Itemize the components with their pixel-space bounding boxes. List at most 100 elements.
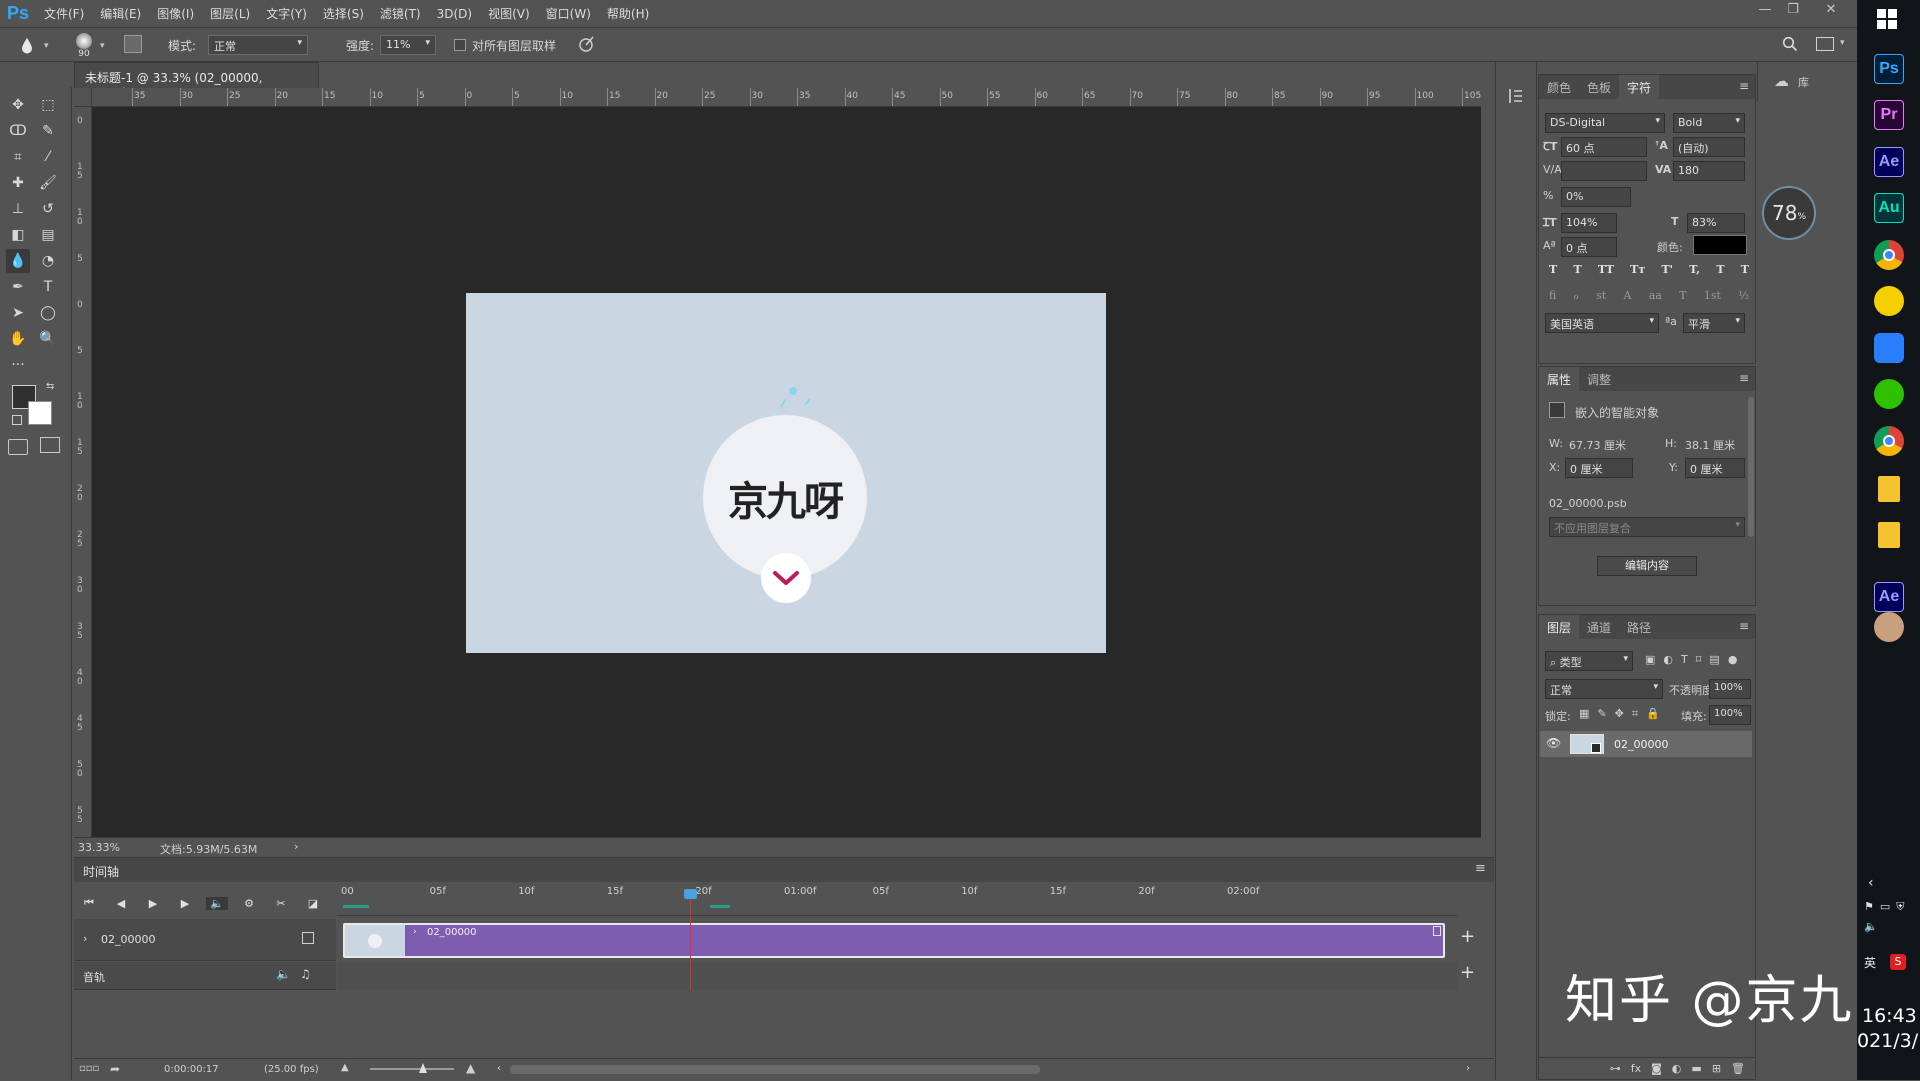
menu-item-6[interactable]: 滤镜(T) (372, 0, 429, 28)
opentype-button-0[interactable]: fi (1549, 289, 1556, 302)
background-color-swatch[interactable] (28, 401, 52, 425)
font-size-input[interactable]: 60 点 (1561, 137, 1647, 157)
taskbar-app-4[interactable]: Ae (1874, 582, 1904, 612)
taskbar-app-0[interactable]: Ps (1874, 54, 1904, 84)
history-panel-icon[interactable] (1506, 86, 1526, 106)
kerning-input[interactable] (1561, 161, 1647, 181)
menu-item-10[interactable]: 帮助(H) (599, 0, 657, 28)
char-tabs-tab-1[interactable]: 色板 (1579, 75, 1619, 99)
audio-track-header[interactable]: 音轨 🔈 ♫ (74, 962, 336, 990)
x-position-input[interactable]: 0 厘米 (1565, 458, 1633, 478)
blur-tool-icon[interactable] (18, 36, 36, 54)
render-video-icon[interactable]: ➦ (110, 1062, 120, 1076)
folder-icon-2[interactable] (1878, 522, 1900, 548)
filter-adjustment-icon[interactable]: ◐ (1663, 653, 1673, 666)
layer-tabs-tab-0[interactable]: 图层 (1539, 615, 1580, 639)
mode-select[interactable]: 正常 ▾ (208, 35, 308, 55)
history-brush-tool-icon[interactable]: ↺ (36, 197, 60, 221)
timeline-menu-icon[interactable]: ≡ (1475, 861, 1486, 876)
prop-tabs-tab-1[interactable]: 调整 (1579, 367, 1619, 391)
network-icon[interactable]: ▭ (1880, 900, 1890, 914)
scroll-left-icon[interactable]: ‹ (497, 1063, 501, 1074)
play-icon[interactable]: ▶ (142, 897, 164, 910)
edit-contents-button[interactable]: 编辑内容 (1597, 556, 1697, 576)
layer-row[interactable]: 👁 02_00000 (1540, 731, 1752, 757)
transition-icon[interactable]: ◪ (302, 897, 324, 910)
quick-mask-icon[interactable] (8, 439, 28, 455)
timeline-zoom-slider[interactable] (370, 1068, 454, 1070)
photoshop-logo[interactable]: Ps (0, 0, 36, 28)
filter-shape-icon[interactable]: ⌑ (1696, 653, 1702, 666)
playhead-handle[interactable] (684, 889, 697, 899)
sample-all-checkbox[interactable] (454, 39, 466, 51)
quick-select-tool-icon[interactable]: ✎ (36, 119, 60, 143)
opacity-input[interactable]: 100% (1709, 679, 1751, 699)
timeline-ruler[interactable]: 00 05f 10f 15f 20f 01:00f 05f 10f 15f 20f 02:00f (337, 884, 1457, 916)
leading-input[interactable]: (自动) (1673, 137, 1745, 157)
type-style-button-7[interactable]: T (1741, 263, 1749, 276)
filter-pixel-icon[interactable]: ▣ (1645, 653, 1655, 666)
stamp-tool-icon[interactable]: ⊥ (6, 197, 30, 221)
track-expand-chevron-icon[interactable]: › (83, 932, 87, 945)
video-clip[interactable]: › 02_00000 (343, 923, 1445, 958)
split-clip-icon[interactable]: ✂ (270, 897, 292, 910)
move-tool-icon[interactable]: ✥ (6, 93, 30, 117)
lock-transparent-icon[interactable]: ▦ (1579, 707, 1589, 721)
fill-input[interactable]: 100% (1709, 705, 1751, 725)
audio-note-icon[interactable]: ♫ (300, 967, 311, 981)
user-avatar-icon[interactable] (1874, 612, 1904, 642)
chrome-icon-2[interactable] (1874, 426, 1904, 456)
add-audio-button[interactable]: + (1460, 962, 1475, 983)
minimize-button[interactable]: — (1751, 0, 1779, 20)
type-style-button-2[interactable]: TT (1598, 263, 1614, 276)
clip-end-handle-icon[interactable] (1433, 926, 1441, 936)
layer-comp-select[interactable]: 不应用图层复合 ▾ (1549, 517, 1745, 537)
brush-panel-toggle-icon[interactable] (124, 35, 142, 53)
screen-mode-icon[interactable] (40, 437, 60, 453)
menu-item-2[interactable]: 图像(I) (149, 0, 202, 28)
type-tool-icon[interactable]: T (36, 275, 60, 299)
taskbar-app-2[interactable]: Ae (1874, 147, 1904, 177)
brush-chevron-icon[interactable]: ▾ (100, 41, 105, 51)
opentype-button-2[interactable]: st (1596, 289, 1606, 302)
brush-preset-picker[interactable]: 90 (76, 33, 92, 59)
adjustment-layer-icon[interactable]: ◐ (1672, 1062, 1682, 1075)
properties-scrollbar[interactable] (1748, 397, 1754, 537)
close-button[interactable]: ✕ (1817, 0, 1845, 20)
antialias-select[interactable]: 平滑 ▾ (1683, 313, 1745, 333)
folder-icon[interactable] (1878, 476, 1900, 502)
marquee-tool-icon[interactable]: ⬚ (36, 93, 60, 117)
next-frame-icon[interactable]: ▶ (174, 897, 196, 910)
type-style-button-1[interactable]: T (1573, 263, 1581, 276)
pen-tool-icon[interactable]: ✒ (6, 275, 30, 299)
timeline-view-icon[interactable]: ▫▫▫ (79, 1063, 99, 1074)
performance-gauge[interactable]: 78% (1762, 186, 1816, 240)
ellipse-tool-icon[interactable]: ◯ (36, 301, 60, 325)
timeline-title[interactable]: 时间轴 (83, 863, 119, 880)
lock-all-icon[interactable]: 🔒 (1646, 707, 1660, 721)
opentype-button-5[interactable]: T (1679, 289, 1686, 302)
tsume-input[interactable]: 0% (1561, 187, 1631, 207)
libraries-label-icon[interactable]: 库 (1798, 74, 1809, 90)
security-icon[interactable]: ⛨ (1896, 900, 1904, 914)
zoom-level[interactable]: 33.33% (78, 841, 120, 854)
baidu-netdisk-icon[interactable] (1874, 333, 1904, 363)
workspace-chevron-icon[interactable]: ▾ (1840, 38, 1845, 48)
opentype-button-1[interactable]: ℴ (1574, 289, 1579, 302)
status-menu-chevron-icon[interactable]: › (294, 840, 298, 853)
audio-toggle-icon[interactable]: 🔈 (206, 896, 228, 910)
default-colors-icon[interactable] (12, 415, 22, 425)
menu-item-9[interactable]: 窗口(W) (538, 0, 599, 28)
new-layer-icon[interactable]: ⊞ (1712, 1062, 1721, 1075)
zoom-tool-icon[interactable]: 🔍 (36, 327, 60, 351)
taskbar-clock[interactable]: 16:43 (1862, 1005, 1917, 1027)
char-tabs-tab-2[interactable]: 字符 (1619, 75, 1660, 99)
taskbar-app-1[interactable]: Pr (1874, 100, 1904, 130)
properties-panel-menu-icon[interactable]: ≡ (1739, 371, 1749, 385)
taskbar-app-3[interactable]: Au (1874, 193, 1904, 223)
add-mask-icon[interactable]: ◙ (1651, 1062, 1662, 1075)
gradient-tool-icon[interactable]: ▤ (36, 223, 60, 247)
language-select[interactable]: 美国英语 ▾ (1545, 313, 1659, 333)
horizontal-scale-input[interactable]: 83% (1687, 213, 1745, 233)
delete-layer-icon[interactable]: 🗑 (1731, 1062, 1745, 1075)
